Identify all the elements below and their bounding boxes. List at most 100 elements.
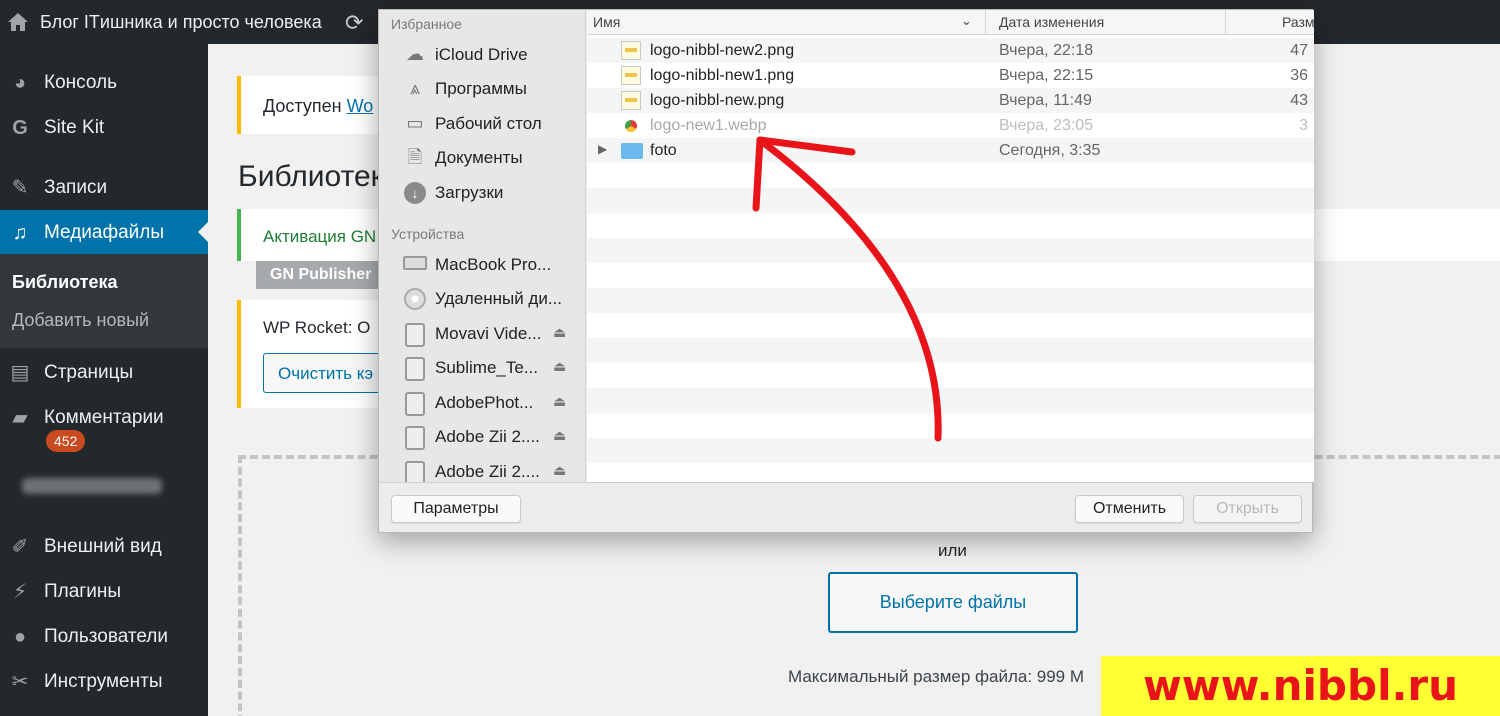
- sidebar-item-tools[interactable]: ✂ Инструменты: [0, 659, 208, 703]
- column-size[interactable]: Разм: [1225, 10, 1314, 35]
- sidebar-item-label: Плагины: [44, 581, 122, 602]
- wp-rocket-notice: WP Rocket: О Очистить кэ: [237, 300, 413, 408]
- media-icon: ♫: [12, 222, 28, 244]
- file-size: 3: [1299, 117, 1308, 134]
- sidebar-item-label: Страницы: [44, 362, 134, 383]
- cancel-button[interactable]: Отменить: [1075, 495, 1184, 523]
- eject-icon[interactable]: ⏏: [553, 462, 566, 479]
- sidebar-item-label: Комментарии: [44, 407, 164, 428]
- submenu-add-new[interactable]: Добавить новый: [12, 310, 149, 331]
- sidebar-item-site-kit[interactable]: G Site Kit: [0, 105, 208, 149]
- sidebar-item-users[interactable]: ● Пользователи: [0, 614, 208, 658]
- chevron-down-icon[interactable]: ⌄: [961, 13, 972, 29]
- options-button[interactable]: Параметры: [391, 495, 521, 523]
- sidebar-item-label: Sublime_Te...: [435, 358, 538, 377]
- sidebar-item-pages[interactable]: ▤ Страницы: [0, 350, 208, 394]
- chrome-file-icon: [625, 120, 637, 132]
- pin-icon: ✎: [11, 177, 29, 199]
- max-file-size-text: Максимальный размер файла: 999 М: [788, 667, 1085, 686]
- file-row-disabled[interactable]: logo-new1.webp Вчера, 23:05 3: [587, 113, 1314, 138]
- sidebar-item-adobe-photoshop[interactable]: AdobePhot... ⏏: [379, 385, 585, 419]
- file-date: Вчера, 22:15: [999, 67, 1094, 84]
- sidebar-item-dashboard[interactable]: ◕ Консоль: [0, 60, 208, 104]
- sidebar-item-remote-disc[interactable]: Удаленный ди...: [379, 281, 585, 315]
- drive-icon: [403, 392, 427, 416]
- hard-drive-icon: [403, 254, 427, 274]
- brush-icon: ✐: [11, 536, 29, 558]
- eject-icon[interactable]: ⏏: [553, 427, 566, 444]
- file-date: Сегодня, 3:35: [999, 142, 1101, 159]
- select-files-button[interactable]: Выберите файлы: [828, 572, 1078, 633]
- folder-row[interactable]: ▶ foto Сегодня, 3:35: [587, 138, 1314, 163]
- media-submenu: Библиотека Добавить новый: [0, 254, 208, 348]
- eject-icon[interactable]: ⏏: [553, 358, 566, 375]
- sidebar-item-desktop[interactable]: ▭ Рабочий стол: [379, 106, 585, 140]
- file-date: Вчера, 23:05: [999, 117, 1094, 134]
- file-name: logo-new1.webp: [650, 117, 767, 134]
- sidebar-item-label: Удаленный ди...: [435, 289, 563, 308]
- sidebar-item-posts[interactable]: ✎ Записи: [0, 165, 208, 209]
- eject-icon[interactable]: ⏏: [553, 393, 566, 410]
- site-title[interactable]: Блог ITишника и просто человека: [40, 12, 322, 33]
- sidebar-item-adobe-zii-2[interactable]: Adobe Zii 2.... ⏏: [379, 454, 585, 482]
- folder-icon: [621, 143, 643, 159]
- sidebar-item-label: Медиафайлы: [44, 222, 165, 243]
- dashboard-icon: ◕: [13, 72, 27, 94]
- user-icon: ●: [13, 626, 27, 648]
- drive-icon: [403, 461, 427, 482]
- sidebar-item-movavi[interactable]: Movavi Vide... ⏏: [379, 316, 585, 350]
- column-date[interactable]: Дата изменения: [985, 10, 1225, 35]
- admin-sidebar: ◕ Консоль G Site Kit ✎ Записи ♫ Медиафай…: [0, 44, 208, 716]
- sidebar-item-appearance[interactable]: ✐ Внешний вид: [0, 524, 208, 568]
- png-file-icon: [621, 66, 641, 85]
- sidebar-item-plugins[interactable]: ⚡ Плагины: [0, 569, 208, 613]
- sidebar-item-label: Пользователи: [44, 626, 169, 647]
- refresh-icon[interactable]: ⟳: [345, 10, 363, 36]
- sidebar-item-applications[interactable]: ⩓ Программы: [379, 71, 585, 105]
- sidebar-item-documents[interactable]: 🗎 Документы: [379, 140, 585, 174]
- png-file-icon: [621, 91, 641, 110]
- disclosure-triangle-icon[interactable]: ▶: [598, 142, 607, 156]
- file-open-dialog: Избранное ☁ iCloud Drive ⩓ Программы ▭ Р…: [378, 9, 1314, 533]
- update-notice: Доступен Wo: [237, 76, 397, 134]
- sidebar-item-downloads[interactable]: ↓ Загрузки: [379, 175, 585, 209]
- sidebar-item-label: Загрузки: [435, 183, 504, 202]
- submenu-library[interactable]: Библиотека: [12, 272, 118, 293]
- sidebar-item-label: AdobePhot...: [435, 393, 534, 412]
- favorites-heading: Избранное: [391, 16, 462, 32]
- activation-notice: Активация GN: [237, 209, 397, 261]
- column-name[interactable]: Имя: [593, 14, 620, 30]
- open-button[interactable]: Открыть: [1193, 495, 1302, 523]
- file-list-header: Имя ⌄ Дата изменения Разм: [587, 10, 1314, 35]
- sidebar-item-label: Записи: [44, 177, 108, 198]
- drive-icon: [403, 357, 427, 381]
- sidebar-item-label: Консоль: [44, 72, 117, 93]
- sidebar-item-label: Рабочий стол: [435, 114, 542, 133]
- file-row[interactable]: logo-nibbl-new.png Вчера, 11:49 43: [587, 88, 1314, 113]
- file-row[interactable]: logo-nibbl-new1.png Вчера, 22:15 36: [587, 63, 1314, 88]
- update-link[interactable]: Wo: [347, 96, 374, 116]
- cloud-icon: ☁: [406, 44, 424, 64]
- file-name: logo-nibbl-new.png: [650, 92, 785, 109]
- drive-icon: [403, 323, 427, 347]
- sidebar-item-macbook[interactable]: MacBook Pro...: [379, 247, 585, 281]
- sidebar-item-sublime[interactable]: Sublime_Te... ⏏: [379, 350, 585, 384]
- page-title: Библиотек: [238, 160, 384, 193]
- sidebar-item-icloud[interactable]: ☁ iCloud Drive: [379, 37, 585, 71]
- sidebar-item-label: Инструменты: [44, 671, 163, 692]
- png-file-icon: [621, 41, 641, 60]
- sidebar-item-media[interactable]: ♫ Медиафайлы: [0, 210, 208, 254]
- file-date: Вчера, 11:49: [999, 92, 1092, 109]
- wrench-icon: ✂: [11, 671, 29, 693]
- sidebar-item-adobe-zii-1[interactable]: Adobe Zii 2.... ⏏: [379, 419, 585, 453]
- eject-icon[interactable]: ⏏: [553, 324, 566, 341]
- blurred-menu-item[interactable]: [22, 478, 162, 494]
- home-icon[interactable]: [6, 10, 30, 34]
- applications-icon: ⩓: [409, 78, 421, 98]
- file-row[interactable]: logo-nibbl-new2.png Вчера, 22:18 47: [587, 38, 1314, 63]
- sidebar-item-comments[interactable]: ▰ Комментарии: [0, 395, 208, 439]
- download-icon: ↓: [403, 182, 427, 204]
- sidebar-item-label: Программы: [435, 79, 527, 98]
- notice-right-part: [1312, 209, 1500, 261]
- gn-publisher-tag: GN Publisher: [256, 261, 386, 289]
